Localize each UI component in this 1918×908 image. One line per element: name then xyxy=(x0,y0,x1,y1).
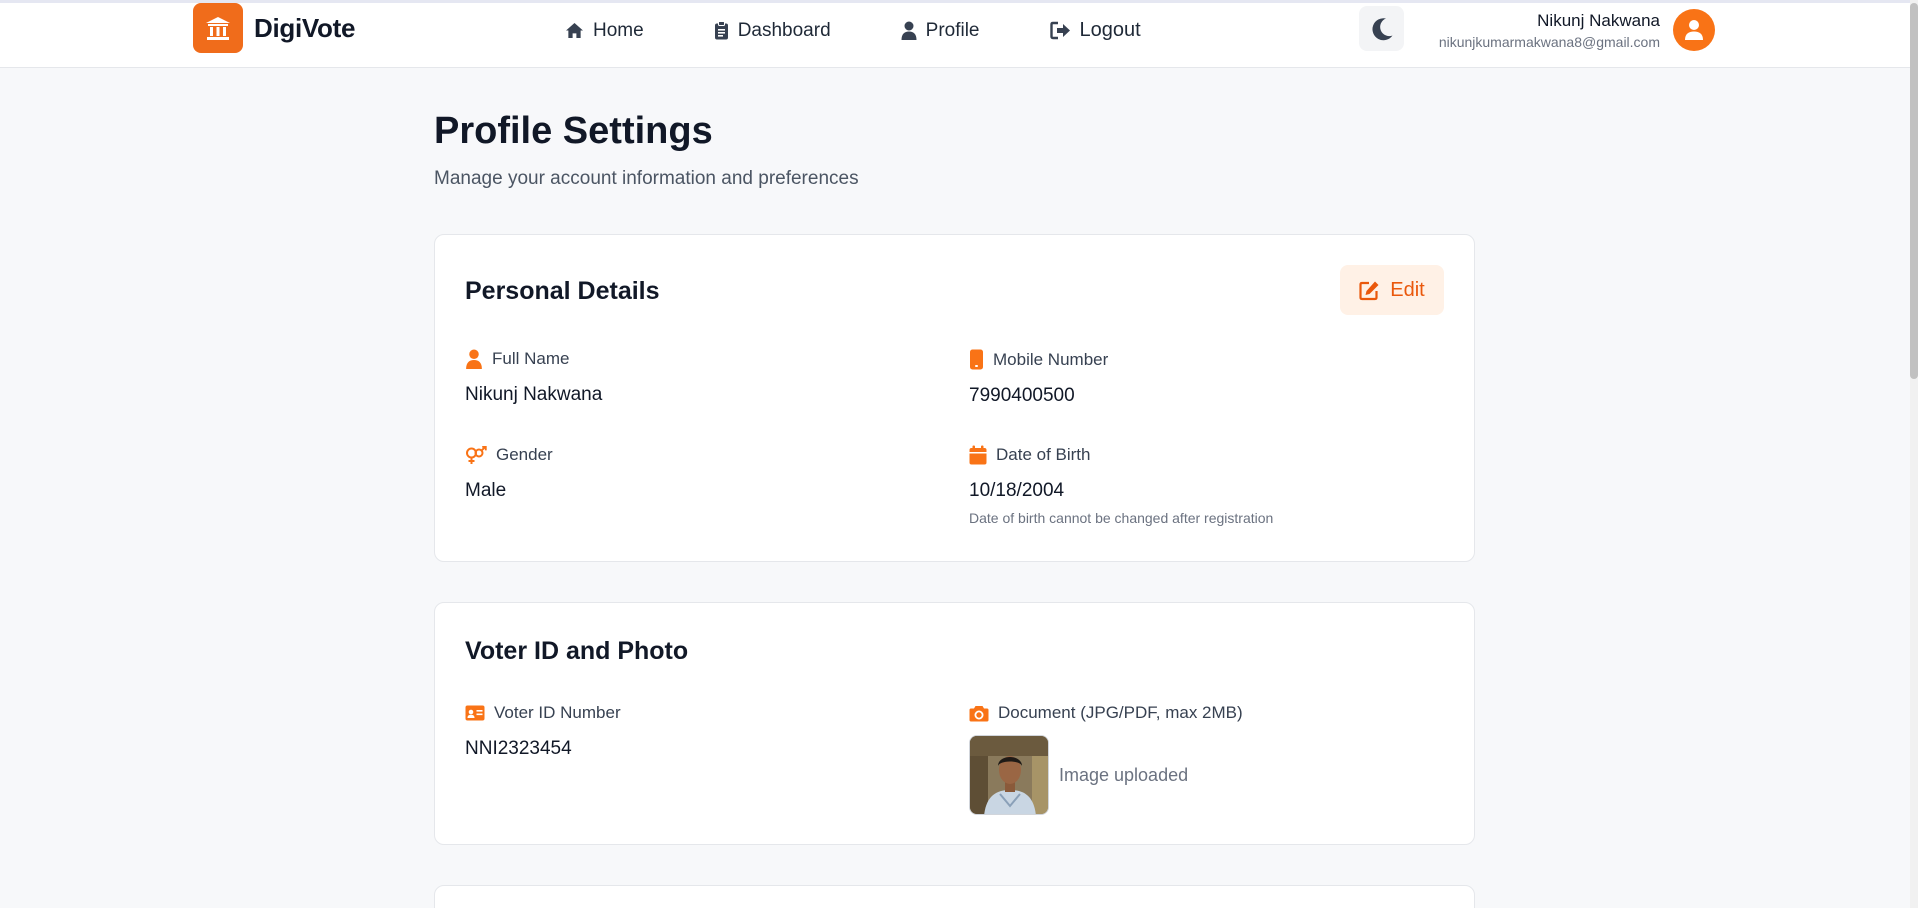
nav-profile[interactable]: Profile xyxy=(901,20,980,42)
mobile-field: Mobile Number 7990400500 xyxy=(969,349,1108,407)
calendar-icon xyxy=(969,445,987,465)
navbar: DigiVote Home Dashboard Profile Logout N… xyxy=(0,3,1910,68)
camera-icon xyxy=(969,705,989,721)
page-title: Profile Settings xyxy=(434,110,713,152)
gender-field: Gender Male xyxy=(465,445,553,502)
voter-id-label: Voter ID Number xyxy=(494,703,621,722)
brand-name: DigiVote xyxy=(254,12,356,43)
moon-icon xyxy=(1371,17,1392,40)
theme-toggle-button[interactable] xyxy=(1359,6,1404,51)
dob-field: Date of Birth 10/18/2004 Date of birth c… xyxy=(969,445,1273,526)
voter-id-value: NNI2323454 xyxy=(465,738,572,759)
scrollbar-thumb[interactable] xyxy=(1910,3,1918,379)
home-icon xyxy=(566,22,583,39)
document-field: Document (JPG/PDF, max 2MB) Image upload… xyxy=(969,703,1243,815)
personal-details-title: Personal Details xyxy=(465,277,660,305)
bank-icon xyxy=(193,3,243,53)
edit-label: Edit xyxy=(1390,278,1425,301)
nav-profile-label: Profile xyxy=(925,19,980,41)
gender-icon xyxy=(466,445,487,464)
full-name-value: Nikunj Nakwana xyxy=(465,384,603,405)
dob-label: Date of Birth xyxy=(996,445,1091,464)
id-card-icon xyxy=(465,705,485,721)
edit-button[interactable]: Edit xyxy=(1340,265,1444,315)
user-icon xyxy=(901,21,917,40)
brand[interactable]: DigiVote xyxy=(193,3,355,53)
mobile-phone-icon xyxy=(970,349,983,370)
edit-icon xyxy=(1359,281,1379,300)
user-icon xyxy=(466,349,482,369)
full-name-label: Full Name xyxy=(492,349,570,368)
user-email: nikunjkumarmakwana8@gmail.com xyxy=(1438,34,1660,50)
full-name-field: Full Name Nikunj Nakwana xyxy=(465,349,602,406)
nav-links: Home Dashboard Profile Logout xyxy=(565,3,1211,58)
nav-dashboard-label: Dashboard xyxy=(737,19,831,41)
nav-logout[interactable]: Logout xyxy=(1049,19,1141,42)
uploaded-photo-thumbnail[interactable] xyxy=(969,735,1049,815)
personal-details-card: Personal Details Edit Full Name Nikunj N… xyxy=(434,234,1475,562)
voter-id-field: Voter ID Number NNI2323454 xyxy=(465,703,621,760)
avatar[interactable] xyxy=(1673,9,1715,51)
user-info: Nikunj Nakwana nikunjkumarmakwana8@gmail… xyxy=(1439,10,1660,52)
page-subtitle: Manage your account information and pref… xyxy=(434,168,859,189)
voter-id-title: Voter ID and Photo xyxy=(465,637,689,665)
nav-logout-label: Logout xyxy=(1079,19,1141,41)
dob-note: Date of birth cannot be changed after re… xyxy=(969,510,1274,526)
nav-home-label: Home xyxy=(593,19,644,41)
logout-icon xyxy=(1049,21,1070,40)
document-label: Document (JPG/PDF, max 2MB) xyxy=(998,703,1243,722)
user-avatar-icon xyxy=(1685,20,1703,40)
gender-value: Male xyxy=(465,480,507,501)
nav-home[interactable]: Home xyxy=(565,20,644,42)
mobile-value: 7990400500 xyxy=(969,385,1075,406)
upload-status: Image uploaded xyxy=(1059,764,1189,785)
mobile-label: Mobile Number xyxy=(993,349,1109,369)
voter-id-card: Voter ID and Photo Voter ID Number NNI23… xyxy=(434,602,1475,845)
dob-value: 10/18/2004 xyxy=(969,480,1065,501)
gender-label: Gender xyxy=(496,445,553,464)
nav-dashboard[interactable]: Dashboard xyxy=(714,20,831,42)
user-name: Nikunj Nakwana xyxy=(1537,11,1660,30)
clipboard-icon xyxy=(714,21,728,40)
next-section-card xyxy=(434,885,1475,908)
